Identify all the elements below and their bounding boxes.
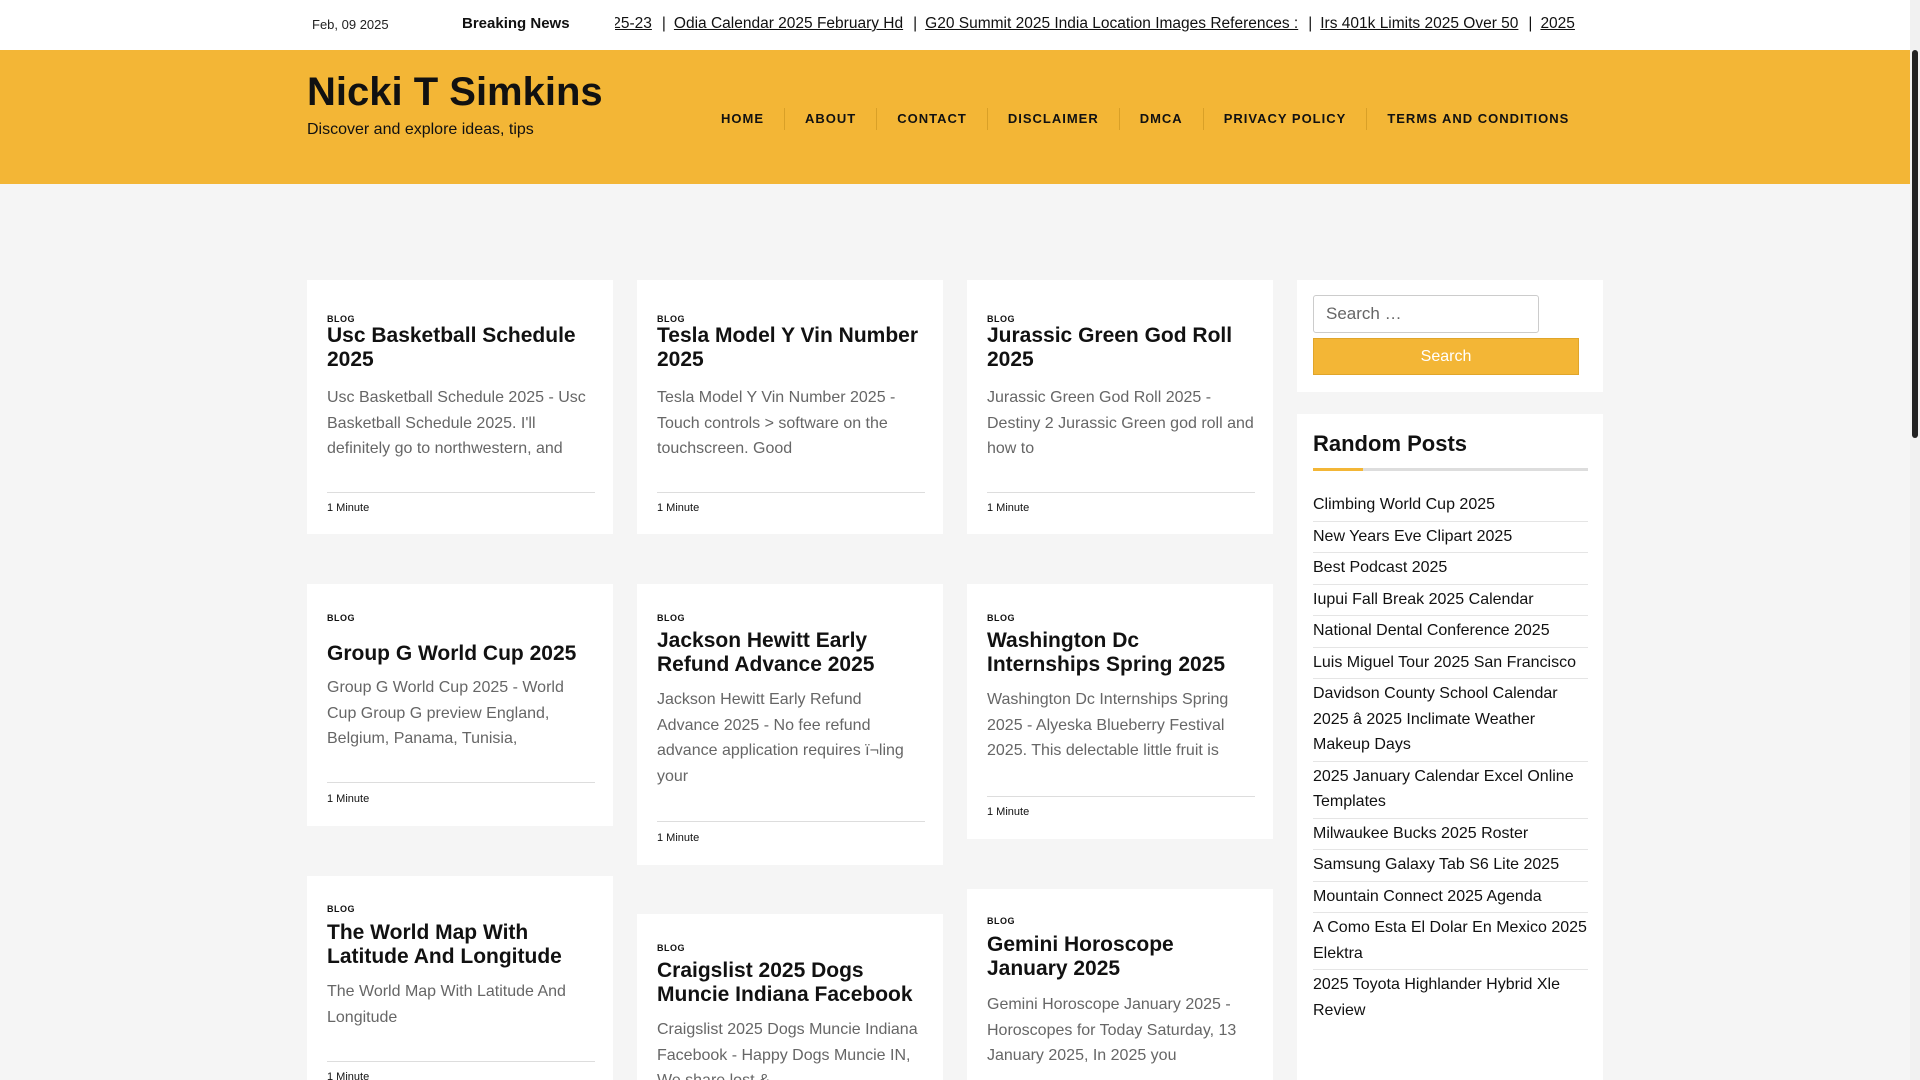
breaking-news-ticker: 2025-23 | Odia Calendar 2025 February Hd | G… [615,0,1603,50]
random-post-link[interactable]: A Como Esta El Dolar En Mexico 2025 Elek… [1313,913,1588,970]
random-post-link[interactable]: National Dental Conference 2025 [1313,616,1588,648]
card-divider [327,492,595,493]
nav-item-home[interactable]: HOME [712,108,784,130]
page-scrollbar[interactable] [1910,0,1920,1080]
ticker-item[interactable]: Odia Calendar 2025 February Hd [674,15,903,32]
post-read-time: 1 Minute [987,806,1030,818]
post-title[interactable]: Craigslist 2025 Dogs Muncie Indiana Face… [657,959,927,1007]
random-post-link[interactable]: Climbing World Cup 2025 [1313,490,1588,522]
post-category[interactable]: BLOG [987,916,1015,926]
post-read-time: 1 Minute [657,832,700,844]
post-excerpt: Tesla Model Y Vin Number 2025 - Touch co… [657,389,896,457]
post-read-time: 1 Minute [987,502,1030,514]
random-post-link[interactable]: 2025 Toyota Highlander Hybrid Xle Review [1313,970,1588,1026]
post-category[interactable]: BLOG [327,314,355,324]
card-divider [987,492,1255,493]
post-card: BLOG Usc Basketball Schedule 2025 Usc Ba… [307,280,613,534]
random-post-link[interactable]: Milwaukee Bucks 2025 Roster [1313,819,1588,850]
widget-title-underline [1313,468,1588,471]
post-category[interactable]: BLOG [327,613,355,623]
random-post-link[interactable]: New Years Eve Clipart 2025 [1313,522,1588,553]
nav-item-contact[interactable]: CONTACT [876,108,987,130]
post-read-time: 1 Minute [657,502,700,514]
ticker-item[interactable]: 2025-23 [615,15,652,32]
post-card: BLOG The World Map With Latitude And Lon… [307,876,613,1080]
post-excerpt: Gemini Horoscope January 2025 - Horoscop… [987,996,1237,1064]
search-input[interactable] [1313,295,1539,333]
scrollbar-thumb[interactable] [1912,50,1918,438]
card-divider [327,782,595,783]
current-date: Feb, 09 2025 [312,17,389,32]
post-category[interactable]: BLOG [987,314,1015,324]
ticker-item[interactable]: Irs 401k Limits 2025 Over 50 [1320,15,1518,32]
top-bar: Feb, 09 2025 Breaking News 2025-23 | Odia … [0,0,1910,50]
post-title[interactable]: Washington Dc Internships Spring 2025 [987,629,1257,677]
random-post-link[interactable]: Davidson County School Calendar 2025 â 2… [1313,679,1588,762]
random-post-link[interactable]: Samsung Galaxy Tab S6 Lite 2025 [1313,850,1588,882]
site-tagline: Discover and explore ideas, tips [307,121,534,138]
post-card: BLOG Tesla Model Y Vin Number 2025 Tesla… [637,280,943,534]
widget-title-accent [1313,468,1363,471]
random-posts-title: Random Posts [1313,431,1468,456]
post-title[interactable]: The World Map With Latitude And Longitud… [327,921,597,969]
post-excerpt: Jurassic Green God Roll 2025 - Destiny 2… [987,389,1254,457]
post-read-time: 1 Minute [327,1071,370,1080]
post-category[interactable]: BLOG [657,314,685,324]
post-title[interactable]: Group G World Cup 2025 [327,642,597,666]
post-title[interactable]: Jurassic Green God Roll 2025 [987,324,1257,372]
ticker-separator: | [913,15,918,32]
post-category[interactable]: BLOG [987,613,1015,623]
post-read-time: 1 Minute [327,502,370,514]
post-excerpt: Usc Basketball Schedule 2025 - Usc Baske… [327,389,586,457]
post-category[interactable]: BLOG [657,943,685,953]
ticker-separator: | [661,15,666,32]
post-excerpt: Jackson Hewitt Early Refund Advance 2025… [657,691,904,785]
post-excerpt: Craigslist 2025 Dogs Muncie Indiana Face… [657,1021,918,1080]
search-button[interactable]: Search [1313,338,1579,375]
nav-item-about[interactable]: ABOUT [784,108,876,130]
post-excerpt: The World Map With Latitude And Longitud… [327,983,566,1026]
card-divider [987,796,1255,797]
breaking-news-label: Breaking News [462,15,570,32]
ticker-item[interactable]: 2025 [1540,15,1574,32]
post-title[interactable]: Usc Basketball Schedule 2025 [327,324,597,372]
nav-item-disclaimer[interactable]: DISCLAIMER [986,108,1119,130]
post-title[interactable]: Jackson Hewitt Early Refund Advance 2025 [657,629,927,677]
post-card: BLOG Jackson Hewitt Early Refund Advance… [637,584,943,865]
post-card: BLOG Washington Dc Internships Spring 20… [967,584,1273,839]
site-title[interactable]: Nicki T Simkins [307,70,603,115]
ticker-separator: | [1528,15,1533,32]
random-post-link[interactable]: Iupui Fall Break 2025 Calendar [1313,585,1588,616]
card-divider [657,821,925,822]
random-post-link[interactable]: Mountain Connect 2025 Agenda [1313,882,1588,913]
site-header: Nicki T Simkins Discover and explore ide… [0,50,1910,184]
nav-item-terms[interactable]: TERMS AND CONDITIONS [1366,108,1589,130]
ticker-separator: | [1308,15,1313,32]
nav-item-dmca[interactable]: DMCA [1118,108,1203,130]
random-post-link[interactable]: Luis Miguel Tour 2025 San Francisco [1313,648,1588,679]
search-widget: Search [1297,280,1603,392]
nav-item-privacy-policy[interactable]: PRIVACY POLICY [1202,108,1367,130]
post-excerpt: Washington Dc Internships Spring 2025 - … [987,691,1229,759]
random-posts-list: Climbing World Cup 2025 New Years Eve Cl… [1313,490,1588,1026]
post-card: BLOG Gemini Horoscope January 2025 Gemin… [967,889,1273,1080]
card-divider [657,492,925,493]
post-card: BLOG Jurassic Green God Roll 2025 Jurass… [967,280,1273,534]
post-excerpt: Group G World Cup 2025 - World Cup Group… [327,679,564,747]
post-card: BLOG Group G World Cup 2025 Group G Worl… [307,584,613,826]
post-card: BLOG Craigslist 2025 Dogs Muncie Indiana… [637,914,943,1080]
post-category[interactable]: BLOG [657,613,685,623]
post-title[interactable]: Tesla Model Y Vin Number 2025 [657,324,927,372]
ticker-item[interactable]: G20 Summit 2025 India Location Images Re… [925,15,1298,32]
main-nav: HOME ABOUT CONTACT DISCLAIMER DMCA PRIVA… [712,108,1589,130]
random-post-link[interactable]: 2025 January Calendar Excel Online Templ… [1313,762,1588,819]
post-category[interactable]: BLOG [327,904,355,914]
card-divider [327,1061,595,1062]
random-post-link[interactable]: Best Podcast 2025 [1313,553,1588,585]
post-read-time: 1 Minute [327,793,370,805]
post-title[interactable]: Gemini Horoscope January 2025 [987,933,1257,981]
